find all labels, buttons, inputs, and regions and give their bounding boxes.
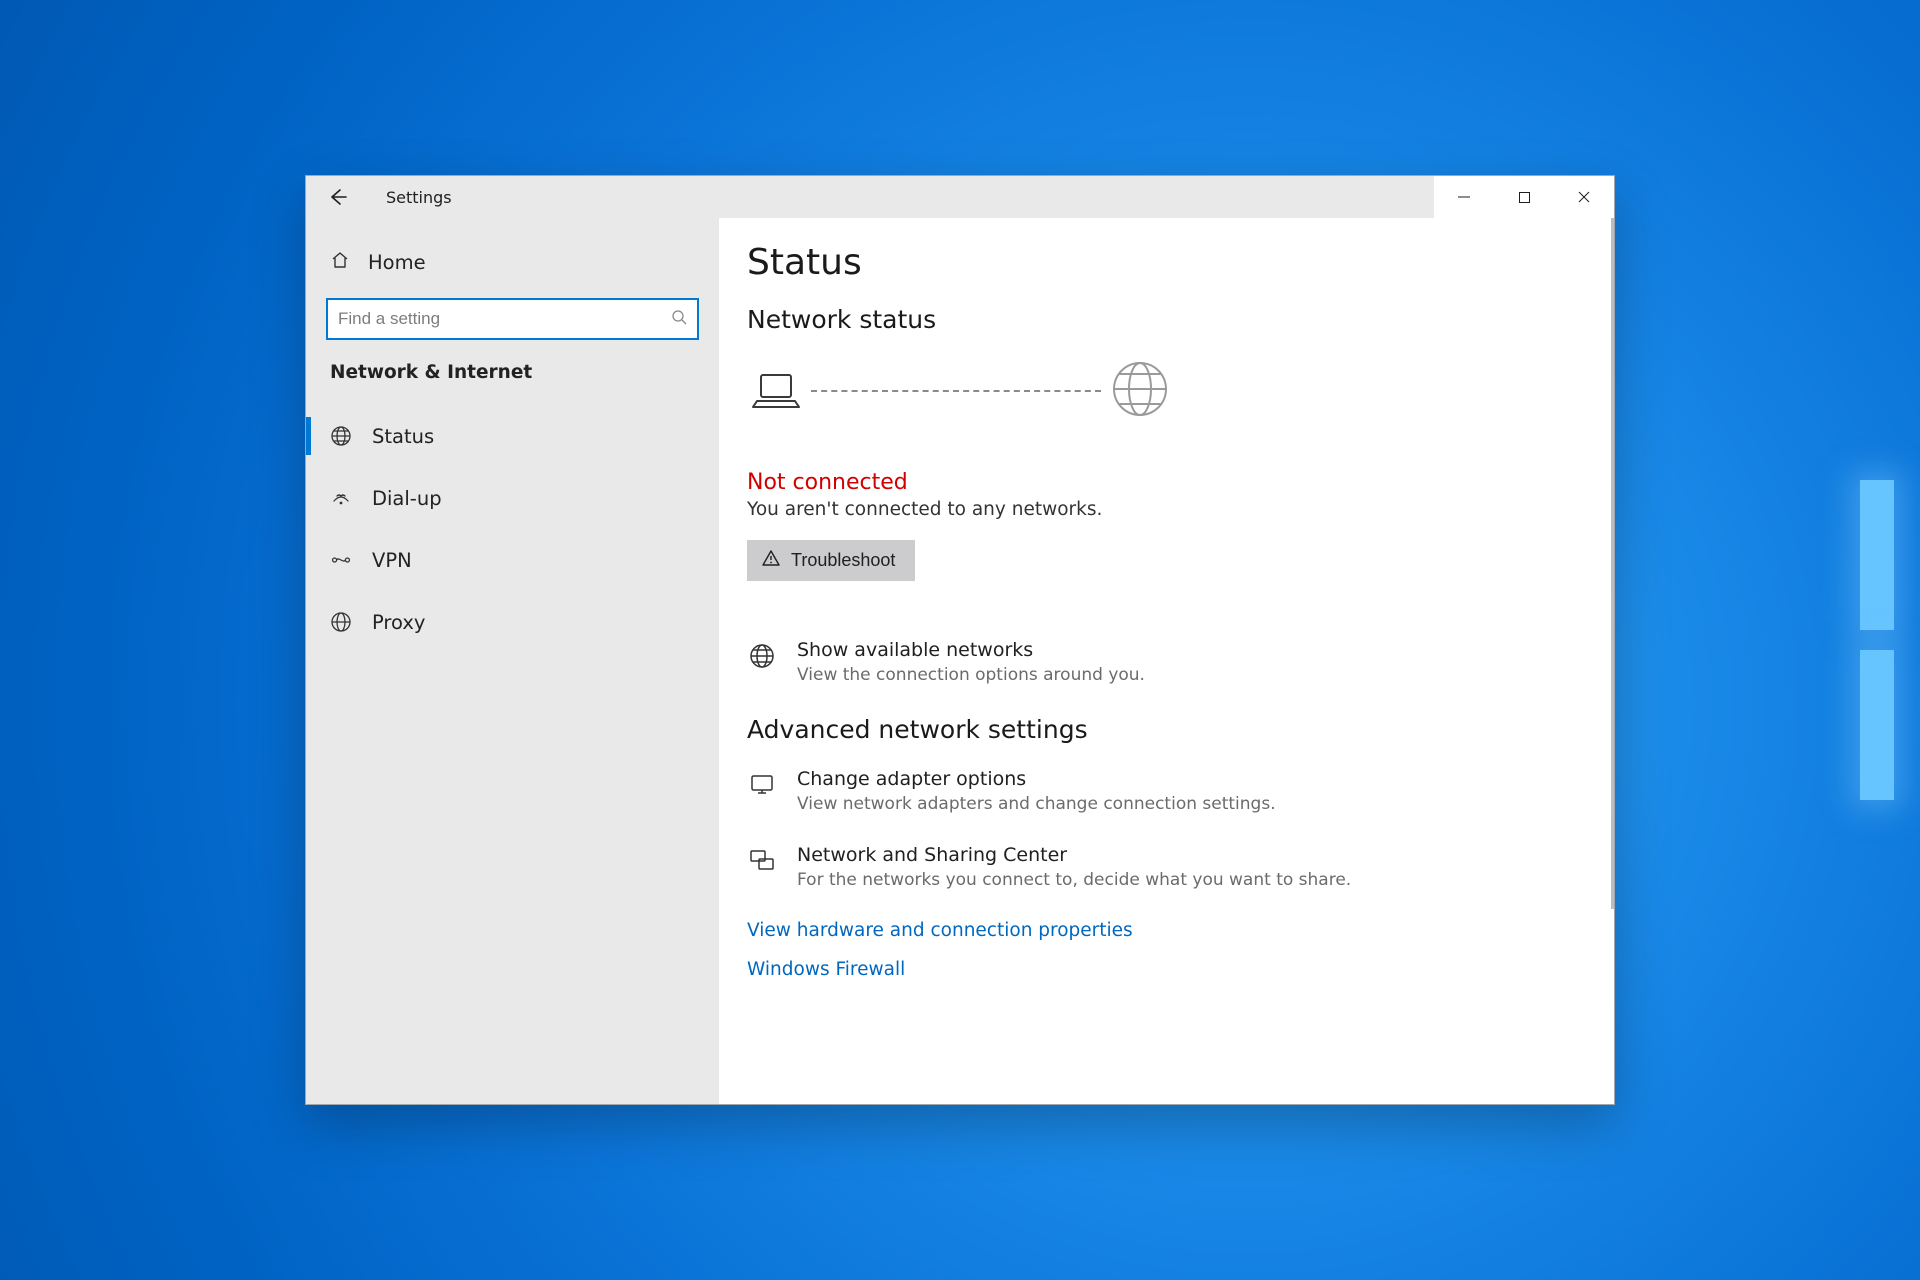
dialup-icon (330, 487, 352, 509)
maximize-icon (1518, 191, 1531, 204)
sidebar-home-label: Home (368, 251, 426, 274)
back-arrow-icon (328, 187, 348, 207)
adapter-title: Change adapter options (797, 768, 1276, 790)
sidebar-item-label: Status (372, 425, 434, 448)
minimize-button[interactable] (1434, 176, 1494, 218)
home-icon (330, 250, 350, 275)
adapter-desc: View network adapters and change connect… (797, 794, 1276, 814)
close-icon (1577, 190, 1591, 204)
section-network-status: Network status (747, 305, 1614, 334)
adapter-icon (747, 770, 777, 800)
close-button[interactable] (1554, 176, 1614, 218)
section-advanced-settings: Advanced network settings (747, 715, 1614, 744)
maximize-button[interactable] (1494, 176, 1554, 218)
window-controls (1434, 176, 1614, 218)
windows-firewall-link[interactable]: Windows Firewall (747, 959, 1614, 980)
sidebar-home[interactable]: Home (306, 236, 719, 288)
troubleshoot-button[interactable]: Troubleshoot (747, 540, 915, 581)
hardware-properties-link[interactable]: View hardware and connection properties (747, 920, 1614, 941)
scrollbar[interactable] (1611, 218, 1614, 909)
vpn-icon (330, 549, 352, 571)
content-pane: Status Network status (719, 218, 1614, 1104)
show-available-networks[interactable]: Show available networks View the connect… (747, 639, 1614, 685)
search-input-wrapper[interactable] (326, 298, 699, 340)
sidebar-item-label: Dial-up (372, 487, 442, 510)
change-adapter-options[interactable]: Change adapter options View network adap… (747, 768, 1614, 814)
sidebar-nav: Status Dial-up (306, 397, 719, 653)
titlebar: Settings (306, 176, 1614, 218)
sidebar-item-label: VPN (372, 549, 412, 572)
sidebar-category-title: Network & Internet (306, 356, 719, 397)
globe-icon (330, 425, 352, 447)
sidebar-item-label: Proxy (372, 611, 425, 634)
desktop-logo-accent (1860, 480, 1920, 800)
connection-status-subtitle: You aren't connected to any networks. (747, 499, 1614, 520)
settings-window: Settings Home (305, 175, 1615, 1105)
internet-globe-icon (1111, 360, 1169, 422)
sharing-desc: For the networks you connect to, decide … (797, 870, 1351, 890)
sidebar: Home Network & Internet (306, 218, 719, 1104)
sharing-title: Network and Sharing Center (797, 844, 1351, 866)
search-icon (671, 309, 687, 329)
proxy-icon (330, 611, 352, 633)
sharing-icon (747, 846, 777, 876)
sidebar-item-proxy[interactable]: Proxy (306, 591, 719, 653)
show-networks-desc: View the connection options around you. (797, 665, 1145, 685)
network-sharing-center[interactable]: Network and Sharing Center For the netwo… (747, 844, 1614, 890)
connection-status-title: Not connected (747, 470, 1614, 495)
sidebar-item-vpn[interactable]: VPN (306, 529, 719, 591)
network-globe-icon (747, 641, 777, 671)
search-input[interactable] (338, 309, 671, 329)
warning-icon (761, 548, 781, 573)
laptop-icon (751, 369, 801, 413)
page-title: Status (747, 242, 1614, 283)
minimize-icon (1457, 190, 1471, 204)
sidebar-item-status[interactable]: Status (306, 405, 719, 467)
troubleshoot-label: Troubleshoot (791, 550, 895, 571)
network-diagram (751, 360, 1614, 422)
sidebar-item-dialup[interactable]: Dial-up (306, 467, 719, 529)
window-title: Settings (386, 188, 452, 207)
back-button[interactable] (320, 179, 356, 215)
show-networks-title: Show available networks (797, 639, 1145, 661)
connection-line (811, 390, 1101, 392)
